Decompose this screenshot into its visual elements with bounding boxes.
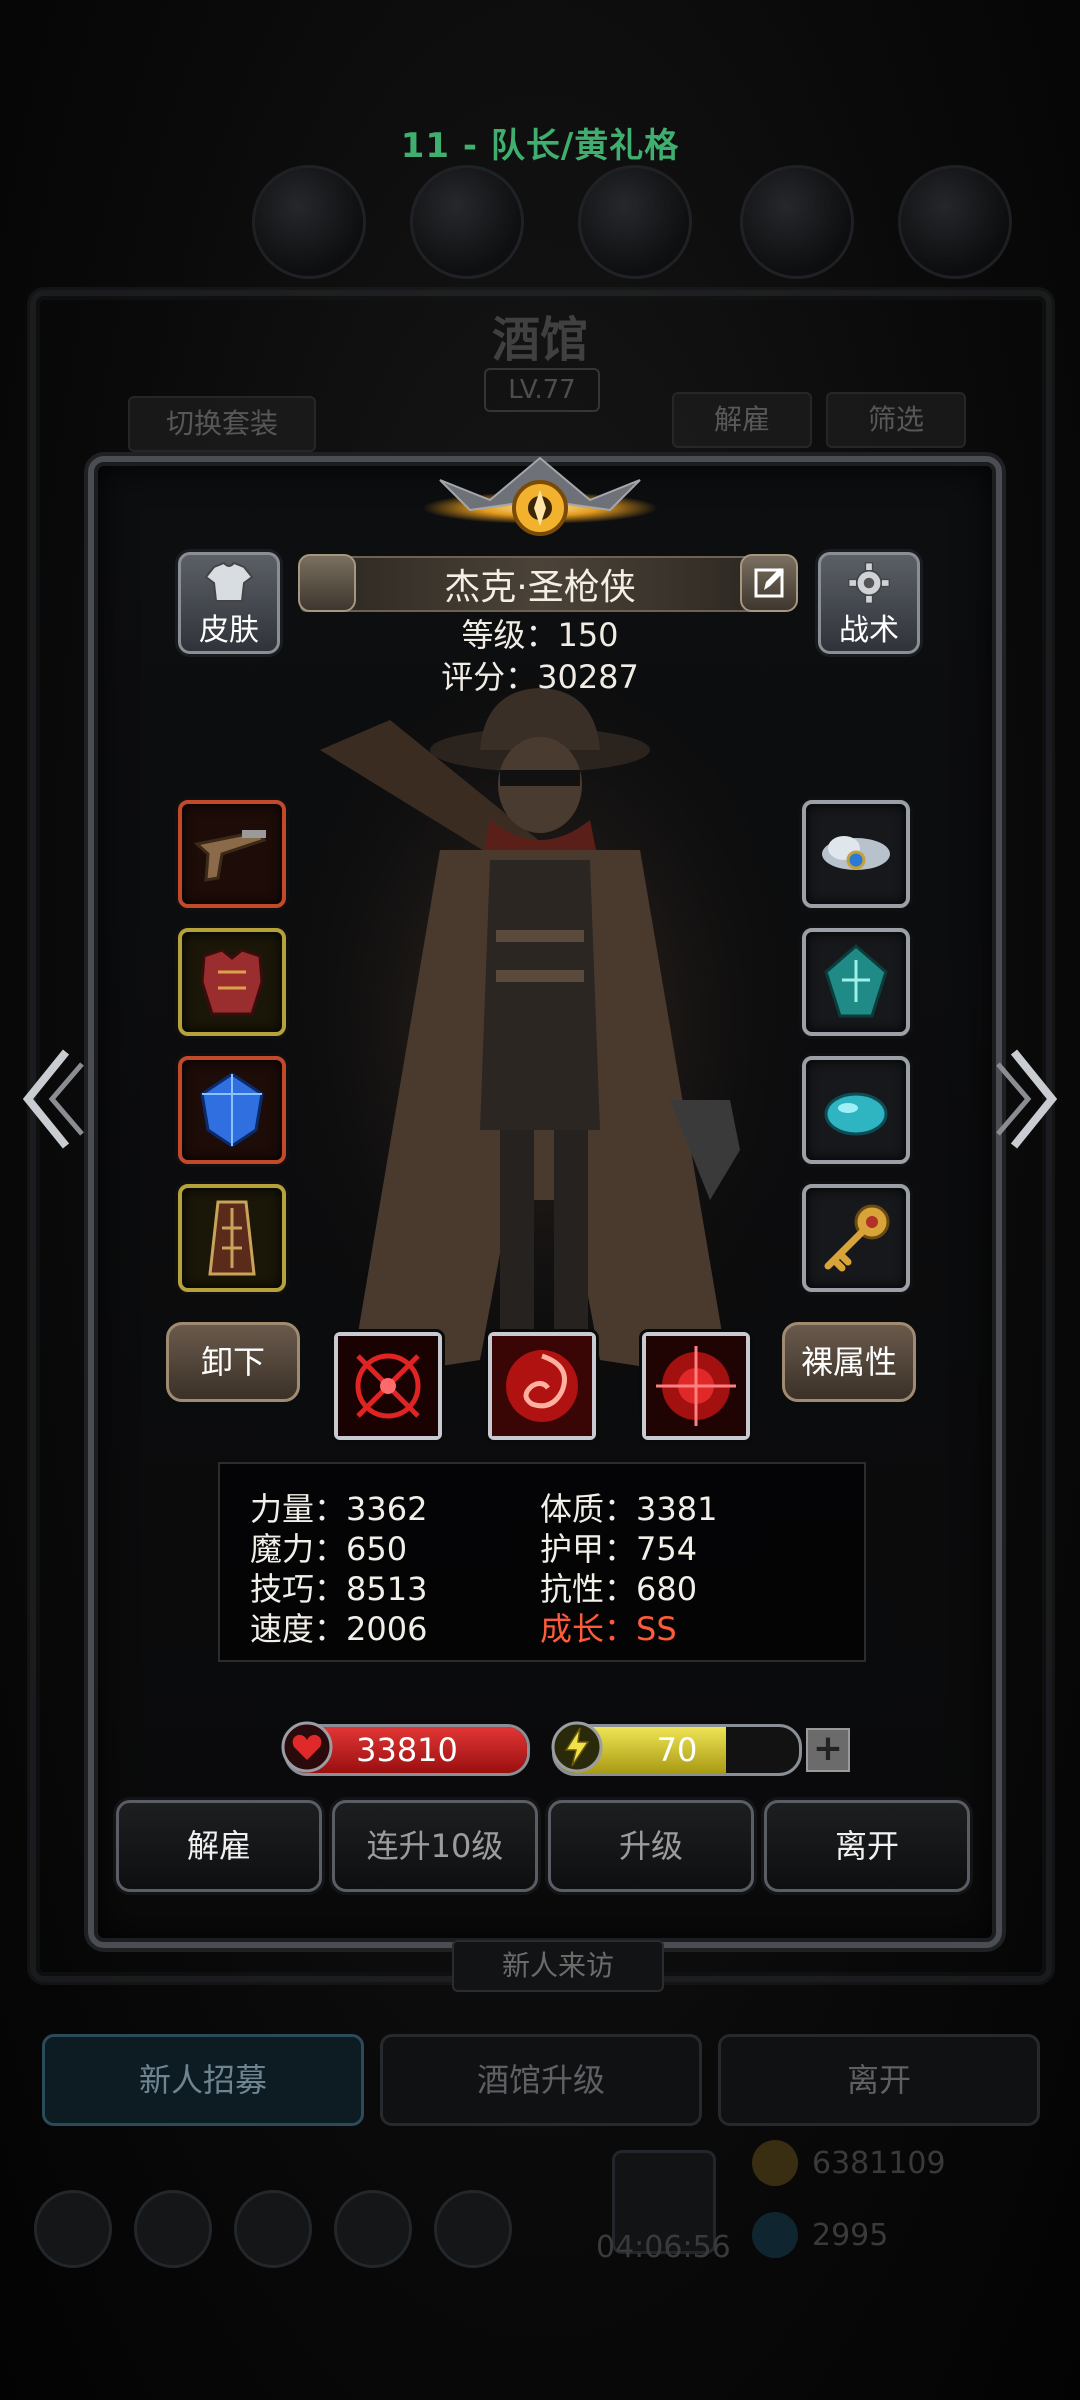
shirt-icon [204, 561, 254, 602]
skill-slot-2[interactable] [488, 1332, 596, 1440]
gold-coin-icon [752, 2140, 798, 2186]
base-attributes-button[interactable]: 裸属性 [782, 1322, 916, 1402]
ring-slot[interactable] [802, 800, 910, 908]
crosshair-burst-icon [338, 1336, 438, 1436]
red-chest-armor-icon [200, 948, 264, 1016]
gem-currency-icon [752, 2212, 798, 2258]
timer-text: 04:06:56 [596, 2230, 731, 2265]
red-target-icon [646, 1336, 746, 1436]
leave-tavern-button[interactable]: 离开 [718, 2034, 1040, 2126]
cloud-ring-icon [822, 836, 890, 870]
key-slot[interactable] [802, 1184, 910, 1292]
dock-circle-icon[interactable] [234, 2190, 312, 2268]
bg-dismiss-button[interactable]: 解雇 [672, 392, 812, 448]
tactics-button[interactable]: 战术 [818, 552, 920, 654]
new-visitor-label: 新人来访 [452, 1940, 664, 1992]
next-hero-arrow-icon[interactable] [994, 1044, 1064, 1154]
stat-speed: 速度：2006 [250, 1610, 428, 1648]
dock-circle-icon[interactable] [34, 2190, 112, 2268]
armor-slot[interactable] [178, 928, 286, 1036]
crimson-vortex-icon [492, 1336, 592, 1436]
flintlock-pistol-icon [193, 830, 267, 882]
tactics-label: 战术 [839, 613, 899, 648]
menu-circle-icon [578, 165, 692, 279]
skill-slot-3[interactable] [642, 1332, 750, 1440]
menu-circle-icon [410, 165, 524, 279]
add-energy-button[interactable]: + [806, 1728, 850, 1772]
gold-amount: 6381109 [812, 2146, 946, 2181]
heart-icon [281, 1721, 333, 1773]
bracer-slot[interactable] [178, 1184, 286, 1292]
gear-icon [848, 562, 890, 604]
stats-panel: 力量：3362 魔力：650 技巧：8513 速度：2006 体质：3381 护… [218, 1462, 866, 1662]
hero-name: 杰克·圣枪侠 [444, 567, 636, 608]
previous-hero-arrow-icon[interactable] [16, 1044, 86, 1154]
dismiss-hero-button[interactable]: 解雇 [116, 1800, 322, 1892]
pebble-slot[interactable] [802, 1056, 910, 1164]
unequip-button[interactable]: 卸下 [166, 1322, 300, 1402]
level-up-10-button[interactable]: 连升10级 [332, 1800, 538, 1892]
rune-slot[interactable] [802, 928, 910, 1036]
golden-key-icon [824, 1204, 890, 1272]
bg-filter-button[interactable]: 筛选 [826, 392, 966, 448]
skin-label: 皮肤 [199, 613, 259, 648]
stat-growth: 成长：SS [540, 1610, 677, 1648]
menu-circle-icon [740, 165, 854, 279]
teal-pebble-icon [824, 1092, 888, 1136]
menu-circle-icon [898, 165, 1012, 279]
ornate-bracer-icon [208, 1200, 256, 1276]
menu-circle-icon [252, 165, 366, 279]
hero-portrait [270, 680, 810, 1440]
leave-dialog-button[interactable]: 离开 [764, 1800, 970, 1892]
rename-button[interactable] [740, 554, 798, 612]
teal-rune-stone-icon [824, 944, 888, 1018]
recruit-button[interactable]: 新人招募 [42, 2034, 364, 2126]
blue-crystal-gem-icon [200, 1072, 264, 1148]
tavern-sign: 酒馆 [491, 312, 588, 368]
switch-outfit-button[interactable]: 切换套装 [128, 396, 316, 452]
gem-amount: 2995 [812, 2218, 889, 2253]
tavern-level-badge: LV.77 [484, 368, 600, 412]
hero-level: 等级：150 [461, 616, 619, 654]
party-title: 11 - 队长/黄礼格 [400, 126, 680, 166]
dock-circle-icon[interactable] [334, 2190, 412, 2268]
lightning-icon [551, 1721, 603, 1773]
skill-slot-1[interactable] [334, 1332, 442, 1440]
hero-score: 评分：30287 [441, 658, 639, 696]
tavern-upgrade-button[interactable]: 酒馆升级 [380, 2034, 702, 2126]
dock-circle-icon[interactable] [434, 2190, 512, 2268]
weapon-slot[interactable] [178, 800, 286, 908]
emblem-icon [422, 456, 658, 536]
skin-button[interactable]: 皮肤 [178, 552, 280, 654]
upgrade-button[interactable]: 升级 [548, 1800, 754, 1892]
pencil-icon [754, 568, 784, 598]
gem-slot[interactable] [178, 1056, 286, 1164]
dock-circle-icon[interactable] [134, 2190, 212, 2268]
